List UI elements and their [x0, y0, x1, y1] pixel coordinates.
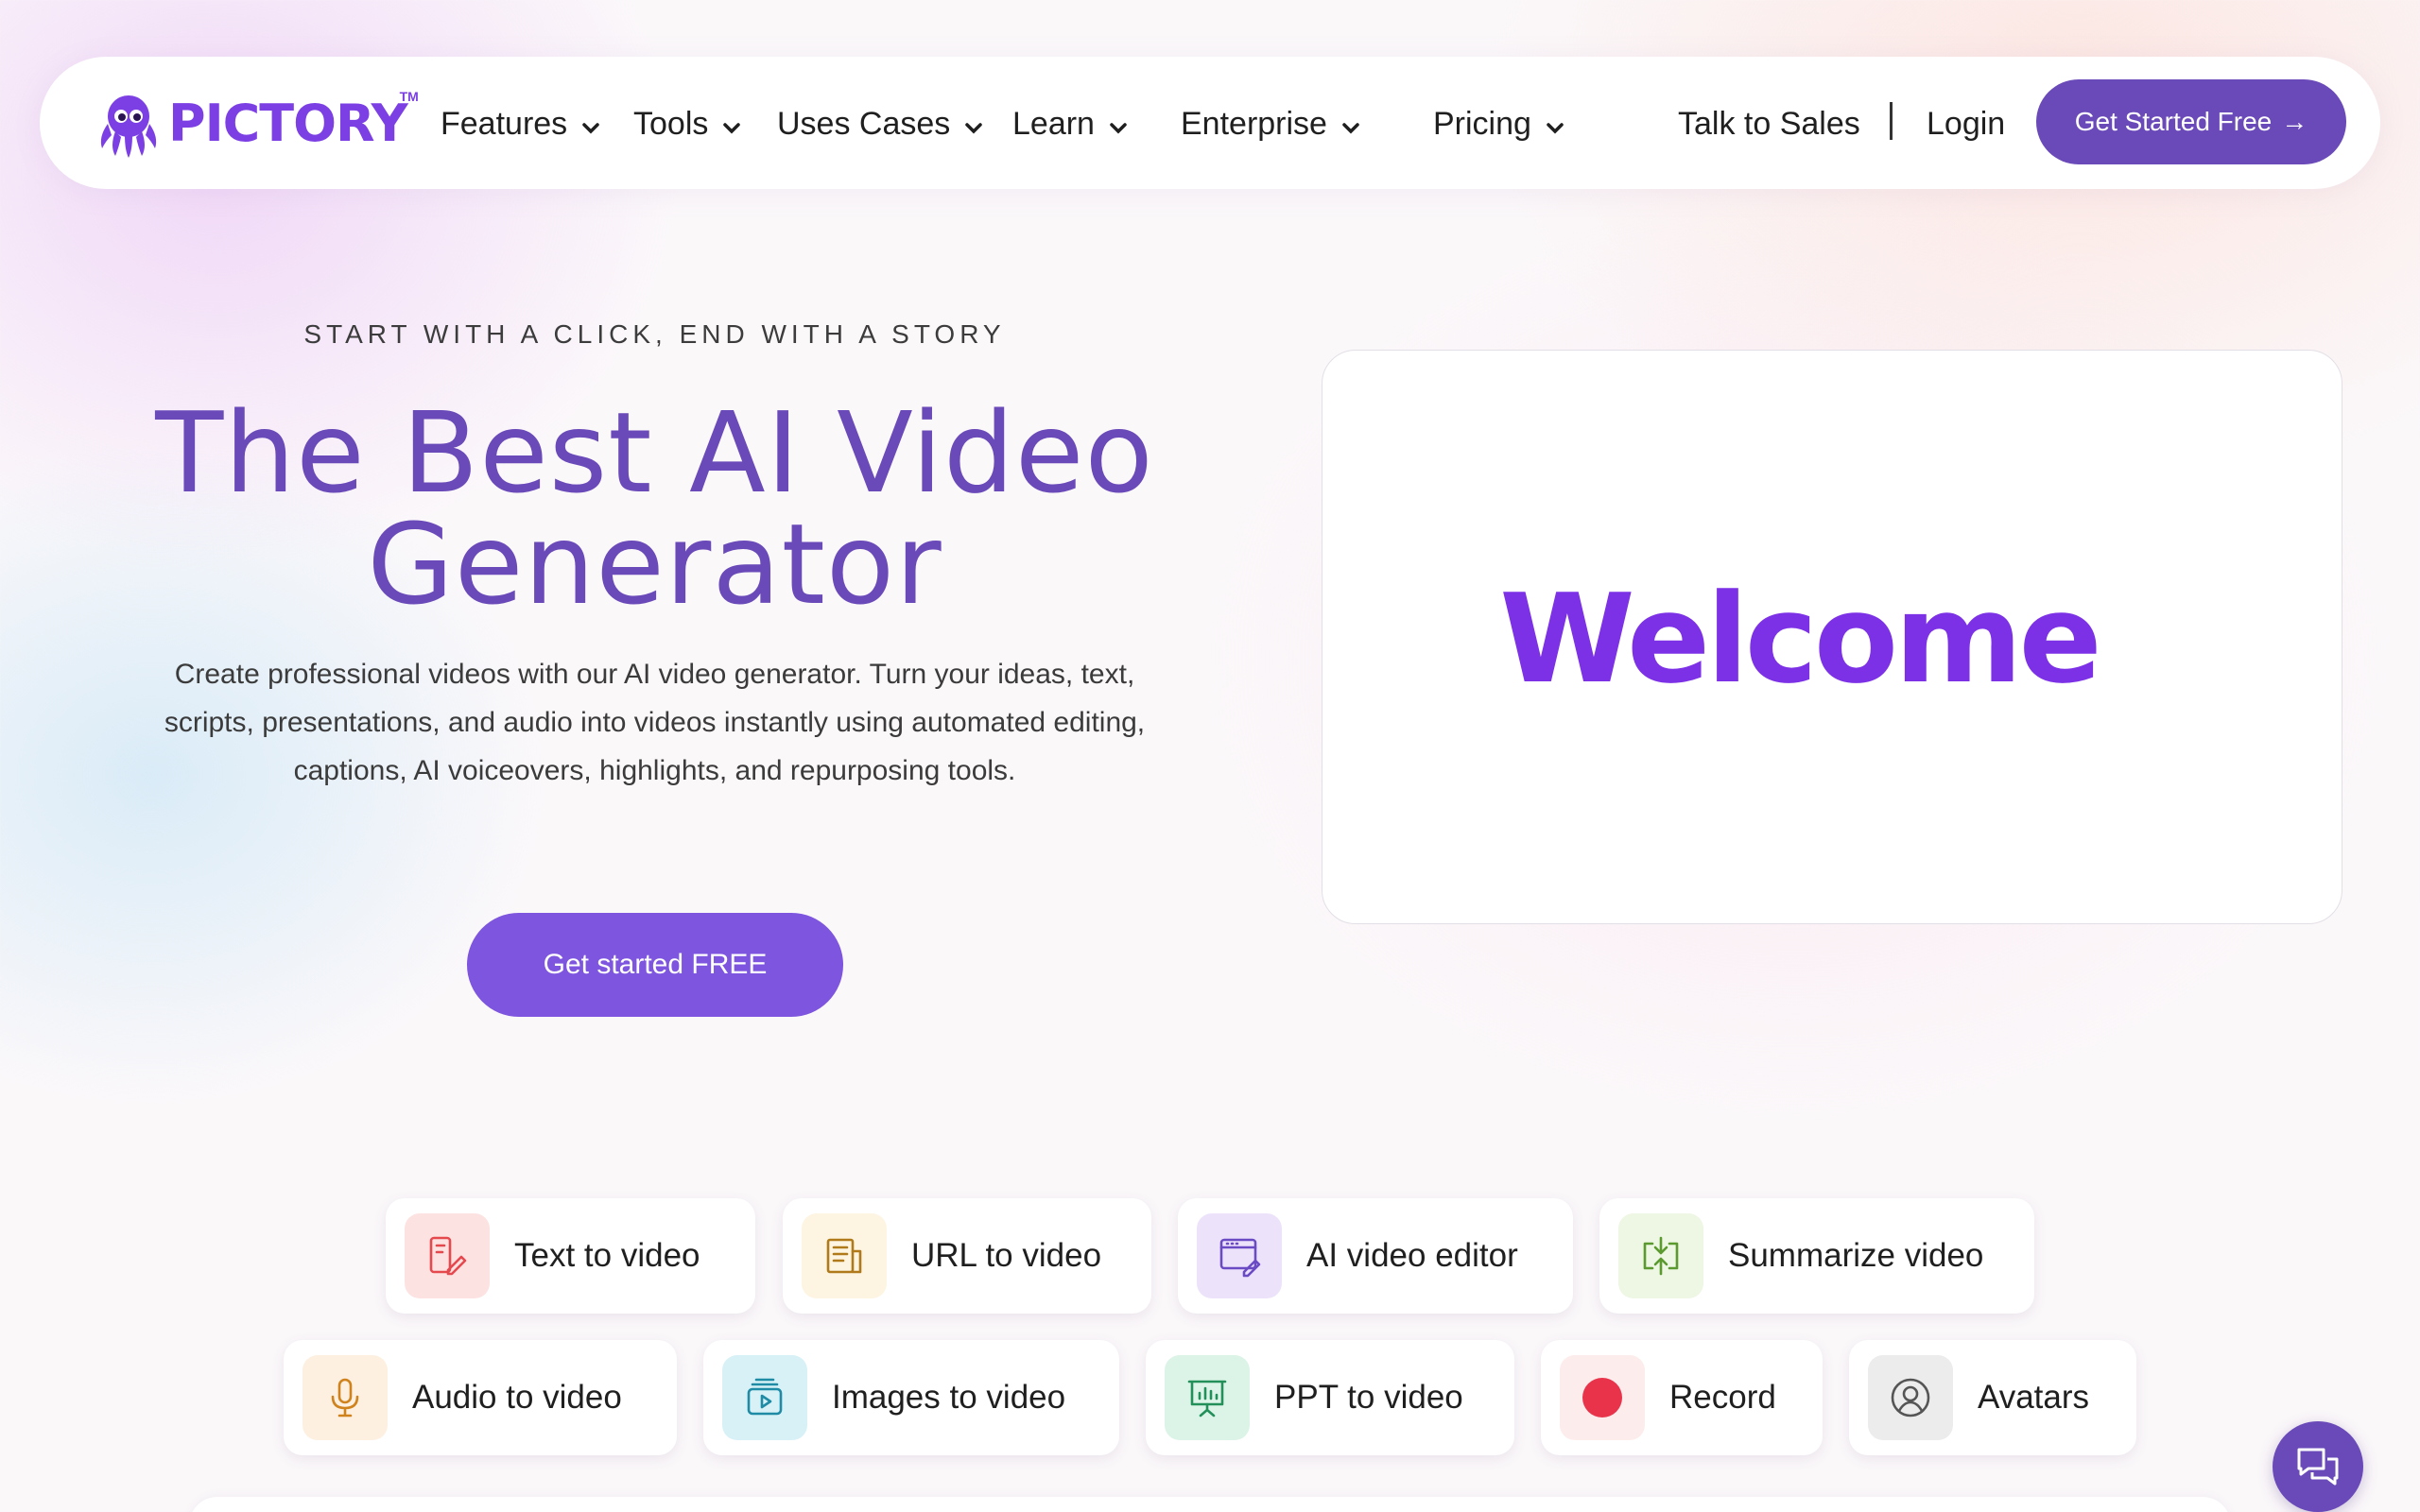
- talk-to-sales-link[interactable]: Talk to Sales: [1678, 100, 1860, 147]
- hero-title: The Best AI Video Generator: [95, 397, 1215, 620]
- feature-record[interactable]: Record: [1541, 1340, 1823, 1455]
- feature-url-to-video[interactable]: URL to video: [783, 1198, 1151, 1314]
- feature-text-to-video[interactable]: Text to video: [386, 1198, 755, 1314]
- chat-support-button[interactable]: [2273, 1421, 2363, 1512]
- feature-summarize-video[interactable]: Summarize video: [1599, 1198, 2034, 1314]
- top-navigation: PICTORY TM Features Tools Uses Cases Lea…: [40, 57, 2380, 189]
- arrow-right-icon: →: [2281, 107, 2308, 136]
- menu-pricing[interactable]: Pricing: [1433, 100, 1565, 147]
- menu-use-cases[interactable]: Uses Cases: [777, 100, 984, 147]
- window-edit-icon: [1197, 1213, 1282, 1298]
- feature-label: Audio to video: [412, 1379, 622, 1416]
- menu-pricing-label: Pricing: [1433, 105, 1531, 142]
- octopus-logo-icon: [100, 95, 157, 158]
- summarize-icon: [1618, 1213, 1703, 1298]
- feature-label: Images to video: [832, 1379, 1066, 1416]
- presentation-icon: [1165, 1355, 1250, 1440]
- feature-label: URL to video: [911, 1237, 1102, 1274]
- chevron-down-icon: [1110, 123, 1127, 134]
- hero-eyebrow: START WITH A CLICK, END WITH A STORY: [303, 319, 1006, 349]
- menu-enterprise[interactable]: Enterprise: [1181, 100, 1361, 147]
- chevron-down-icon: [1547, 123, 1564, 134]
- nav-divider: [1890, 102, 1893, 140]
- chevron-down-icon: [965, 123, 983, 134]
- feature-label: Text to video: [514, 1237, 700, 1274]
- logo-text: PICTORY: [168, 94, 408, 153]
- hero-video-player[interactable]: Welcome: [1322, 350, 2342, 924]
- feature-label: Summarize video: [1728, 1237, 1984, 1274]
- next-section-card: [189, 1497, 2231, 1512]
- chevron-down-icon: [723, 123, 741, 134]
- trademark-label: TM: [399, 89, 419, 104]
- feature-label: Record: [1669, 1379, 1776, 1416]
- chevron-down-icon: [582, 123, 599, 134]
- microphone-icon: [302, 1355, 388, 1440]
- hero-description: Create professional videos with our AI v…: [164, 659, 1146, 786]
- menu-features-label: Features: [441, 105, 568, 142]
- text-edit-icon: [405, 1213, 490, 1298]
- login-link[interactable]: Login: [1927, 100, 2005, 147]
- pictory-logo[interactable]: PICTORY TM: [93, 83, 419, 164]
- menu-enterprise-label: Enterprise: [1181, 105, 1327, 142]
- menu-features[interactable]: Features: [441, 100, 601, 147]
- menu-learn[interactable]: Learn: [1012, 100, 1129, 147]
- menu-tools[interactable]: Tools: [633, 100, 742, 147]
- video-welcome-text: Welcome: [1499, 567, 2101, 711]
- get-started-free-hero-button[interactable]: Get started FREE: [467, 913, 843, 1017]
- feature-label: PPT to video: [1274, 1379, 1463, 1416]
- feature-label: Avatars: [1978, 1379, 2090, 1416]
- feature-avatars[interactable]: Avatars: [1849, 1340, 2136, 1455]
- menu-tools-label: Tools: [633, 105, 709, 142]
- record-icon: [1560, 1355, 1645, 1440]
- feature-ppt-to-video[interactable]: PPT to video: [1146, 1340, 1514, 1455]
- hero-title-line-2: Generator: [367, 499, 942, 629]
- menu-use-cases-label: Uses Cases: [777, 105, 951, 142]
- feature-images-to-video[interactable]: Images to video: [703, 1340, 1119, 1455]
- document-icon: [802, 1213, 887, 1298]
- chevron-down-icon: [1342, 123, 1359, 134]
- feature-ai-video-editor[interactable]: AI video editor: [1178, 1198, 1573, 1314]
- menu-learn-label: Learn: [1012, 105, 1095, 142]
- get-started-free-label: Get Started Free: [2074, 107, 2273, 136]
- get-started-free-button[interactable]: Get Started Free →: [2036, 79, 2346, 164]
- feature-audio-to-video[interactable]: Audio to video: [284, 1340, 677, 1455]
- feature-label: AI video editor: [1306, 1237, 1518, 1274]
- images-icon: [722, 1355, 807, 1440]
- avatar-icon: [1868, 1355, 1953, 1440]
- chat-icon: [2297, 1448, 2339, 1486]
